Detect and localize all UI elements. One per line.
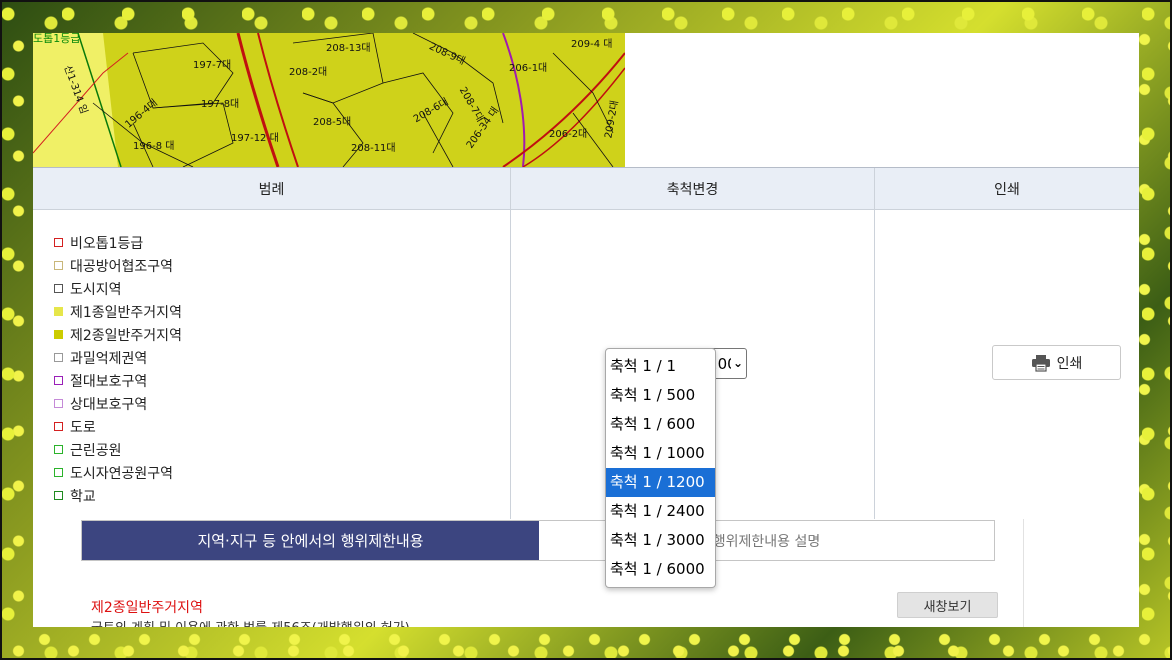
- scale-option[interactable]: 축척 1 / 6000: [606, 555, 715, 584]
- printer-icon: [1031, 354, 1050, 372]
- legend-label: 절대보호구역: [70, 373, 148, 390]
- svg-text:197-8대: 197-8대: [201, 98, 239, 110]
- svg-text:206-2대: 206-2대: [549, 128, 587, 140]
- print-column: 인쇄 인쇄: [875, 168, 1139, 520]
- legend-swatch: [54, 353, 63, 362]
- legend-label: 도시지역: [70, 281, 122, 298]
- legend-label: 도시자연공원구역: [70, 465, 174, 482]
- legend-header: 범례: [33, 168, 510, 210]
- legend-item: 상대보호구역: [54, 392, 510, 415]
- svg-text:208-13대: 208-13대: [326, 42, 371, 54]
- chevron-down-icon: ⌄: [730, 356, 743, 370]
- svg-text:197-12 대: 197-12 대: [231, 132, 279, 144]
- svg-text:196-8 대: 196-8 대: [133, 140, 174, 152]
- legend-item: 학교: [54, 484, 510, 507]
- legend-swatch: [54, 491, 63, 500]
- land-use-panel: 208-13대 208-9대 209-4 대 197-7대 208-2대 206…: [33, 33, 1139, 627]
- svg-text:197-7대: 197-7대: [193, 59, 231, 71]
- svg-text:206-1대: 206-1대: [509, 62, 547, 74]
- legend-item: 제1종일반주거지역: [54, 300, 510, 323]
- restriction-tabs: 지역·지구 등 안에서의 행위제한내용 행위제한내용 설명: [81, 520, 995, 561]
- divider: [1023, 519, 1024, 627]
- scale-option[interactable]: 축척 1 / 1000: [606, 439, 715, 468]
- svg-text:209-4 대: 209-4 대: [571, 38, 612, 50]
- legend-item: 과밀억제권역: [54, 346, 510, 369]
- legend-swatch: [54, 468, 63, 477]
- tab-restriction-content[interactable]: 지역·지구 등 안에서의 행위제한내용: [82, 521, 539, 560]
- legend-item: 도시자연공원구역: [54, 461, 510, 484]
- legend-swatch: [54, 330, 63, 339]
- print-header: 인쇄: [875, 168, 1139, 210]
- new-window-button[interactable]: 새창보기: [897, 592, 998, 618]
- scale-header: 축척변경: [511, 168, 874, 210]
- legend-swatch: [54, 238, 63, 247]
- legend-label: 과밀억제권역: [70, 350, 148, 367]
- legend-swatch: [54, 307, 63, 316]
- print-button[interactable]: 인쇄: [992, 345, 1121, 380]
- svg-text:208-9대: 208-9대: [427, 40, 467, 67]
- legend-item: 비오톱1등급: [54, 231, 510, 254]
- scale-option[interactable]: 축척 1 / 1200: [606, 468, 715, 497]
- legend-item: 도로: [54, 415, 510, 438]
- legend-swatch: [54, 399, 63, 408]
- legend-item: 대공방어협조구역: [54, 254, 510, 277]
- svg-text:208-6대: 208-6대: [411, 96, 450, 126]
- scale-option[interactable]: 축척 1 / 500: [606, 381, 715, 410]
- legend-swatch: [54, 376, 63, 385]
- legend-swatch: [54, 422, 63, 431]
- legend-item: 도시지역: [54, 277, 510, 300]
- legend-label: 대공방어협조구역: [70, 258, 174, 275]
- legend-column: 범례 비오톱1등급대공방어협조구역도시지역제1종일반주거지역제2종일반주거지역과…: [33, 168, 511, 520]
- restriction-section: 지역·지구 등 안에서의 행위제한내용 행위제한내용 설명 제2종일반주거지역 …: [33, 519, 1139, 627]
- svg-text:208-2대: 208-2대: [289, 66, 327, 78]
- legend-label: 제1종일반주거지역: [70, 304, 182, 321]
- legend-label: 비오톱1등급: [70, 235, 144, 252]
- legend-item: 절대보호구역: [54, 369, 510, 392]
- print-button-label: 인쇄: [1056, 355, 1083, 372]
- legend-label: 근린공원: [70, 442, 122, 459]
- zone-name: 제2종일반주거지역: [91, 600, 203, 616]
- scale-option[interactable]: 축척 1 / 600: [606, 410, 715, 439]
- legend-scale-print-table: 범례 비오톱1등급대공방어협조구역도시지역제1종일반주거지역제2종일반주거지역과…: [33, 167, 1139, 521]
- legend-swatch: [54, 261, 63, 270]
- svg-text:209-2대: 209-2대: [602, 99, 620, 139]
- legend-label: 학교: [70, 488, 96, 505]
- legend-label: 상대보호구역: [70, 396, 148, 413]
- svg-text:196-4대: 196-4대: [123, 97, 160, 131]
- map-drawing: 208-13대 208-9대 209-4 대 197-7대 208-2대 206…: [33, 33, 625, 167]
- legend-list: 비오톱1등급대공방어협조구역도시지역제1종일반주거지역제2종일반주거지역과밀억제…: [33, 210, 510, 507]
- law-reference[interactable]: 국토의 계획 및 이용에 관한 법률 제56조(개발행위의 허가): [91, 617, 410, 627]
- legend-swatch: [54, 284, 63, 293]
- legend-label: 제2종일반주거지역: [70, 327, 182, 344]
- legend-item: 근린공원: [54, 438, 510, 461]
- legend-label: 도로: [70, 419, 96, 436]
- svg-text:208-7대: 208-7대: [457, 85, 487, 124]
- svg-text:208-11대: 208-11대: [351, 142, 396, 154]
- map-corner-label: 도톱1등급: [33, 33, 81, 45]
- scale-option[interactable]: 축척 1 / 1: [606, 352, 715, 381]
- scale-option[interactable]: 축척 1 / 2400: [606, 497, 715, 526]
- svg-text:208-5대: 208-5대: [313, 116, 351, 128]
- scale-option[interactable]: 축척 1 / 3000: [606, 526, 715, 555]
- legend-swatch: [54, 445, 63, 454]
- cadastral-map[interactable]: 208-13대 208-9대 209-4 대 197-7대 208-2대 206…: [33, 33, 625, 167]
- legend-item: 제2종일반주거지역: [54, 323, 510, 346]
- scale-dropdown-list[interactable]: 축척 1 / 1 축척 1 / 500 축척 1 / 600 축척 1 / 1000 축…: [605, 348, 716, 588]
